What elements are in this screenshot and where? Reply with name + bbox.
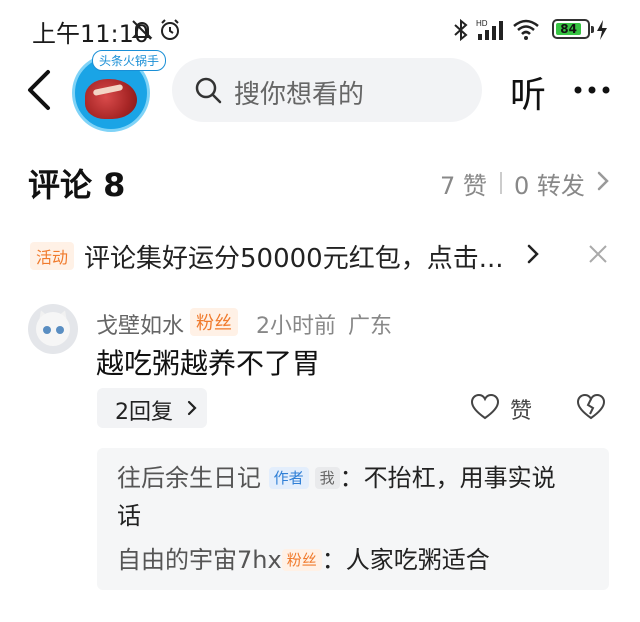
chevron-right-icon xyxy=(187,400,197,416)
search-bar[interactable]: 搜你想看的 xyxy=(172,58,482,122)
reply-text: ：人家吃粥适合 xyxy=(321,546,490,574)
comment-body: 越吃粥越养不了胃 xyxy=(96,347,321,380)
cat-face xyxy=(36,312,70,346)
chevron-right-icon[interactable] xyxy=(596,170,610,192)
me-badge: 我 xyxy=(314,467,340,489)
fan-badge: 粉丝 xyxy=(281,549,322,571)
svg-text:HD: HD xyxy=(476,19,488,28)
likes-count[interactable]: 7 赞 xyxy=(440,166,487,201)
more-options-icon[interactable] xyxy=(574,86,610,94)
search-icon xyxy=(195,77,222,104)
reply-count-label: 2回复 xyxy=(115,400,173,425)
commenter-avatar[interactable] xyxy=(28,304,78,354)
comment-location: 广东 xyxy=(348,314,393,339)
steak-image xyxy=(85,79,137,119)
activity-banner-text[interactable]: 评论集好运分50000元红包，点击... xyxy=(84,238,504,275)
reply-item[interactable]: 往后余生日记 作者我：不抬杠，用事实说 xyxy=(117,460,556,496)
battery-percent: 84 xyxy=(560,22,577,36)
close-icon[interactable] xyxy=(587,243,609,265)
reply-username[interactable]: 往后余生日记 xyxy=(117,464,261,492)
like-label[interactable]: 赞 xyxy=(510,393,532,425)
reply-text-continued: 话 xyxy=(117,502,141,530)
activity-badge: 活动 xyxy=(30,242,75,270)
commenter-username[interactable]: 戈壁如水 xyxy=(96,308,184,340)
author-badge: 作者 xyxy=(268,467,309,489)
reply-item[interactable]: 自由的宇宙7hx 粉丝 ：人家吃粥适合 xyxy=(117,542,490,578)
comments-title: 评论 8 xyxy=(28,166,126,204)
battery-level: 84 xyxy=(556,22,582,36)
battery-tip xyxy=(591,26,594,33)
replies-preview[interactable]: 往后余生日记 作者我：不抬杠，用事实说 话 自由的宇宙7hx 粉丝 ：人家吃粥适合 xyxy=(97,448,609,590)
mute-notification-icon xyxy=(131,20,153,40)
view-replies-button[interactable]: 2回复 xyxy=(97,388,207,428)
search-placeholder: 搜你想看的 xyxy=(234,80,365,110)
account-badge: 头条火锅手 xyxy=(92,50,167,71)
broken-heart-dislike-icon[interactable] xyxy=(576,393,606,421)
fan-badge: 粉丝 xyxy=(190,308,238,336)
divider xyxy=(500,172,502,194)
heart-like-icon[interactable] xyxy=(470,393,500,421)
battery-indicator: 84 xyxy=(552,19,594,39)
cat-eye xyxy=(56,326,64,334)
alarm-icon xyxy=(161,19,179,40)
reply-username[interactable]: 自由的宇宙7hx xyxy=(117,546,282,574)
signal-hd-icon: HD xyxy=(476,19,503,40)
listen-button[interactable]: 听 xyxy=(510,66,546,118)
reply-text: ：不抬杠，用事实说 xyxy=(339,464,556,492)
back-arrow-icon[interactable] xyxy=(22,68,62,112)
bluetooth-icon xyxy=(454,18,468,42)
charging-icon xyxy=(597,20,607,40)
comment-time: 2小时前 xyxy=(256,314,336,339)
cat-eye xyxy=(43,326,51,334)
wifi-icon xyxy=(513,19,539,40)
shares-count[interactable]: 0 转发 xyxy=(514,166,585,201)
chevron-right-icon[interactable] xyxy=(526,243,540,265)
